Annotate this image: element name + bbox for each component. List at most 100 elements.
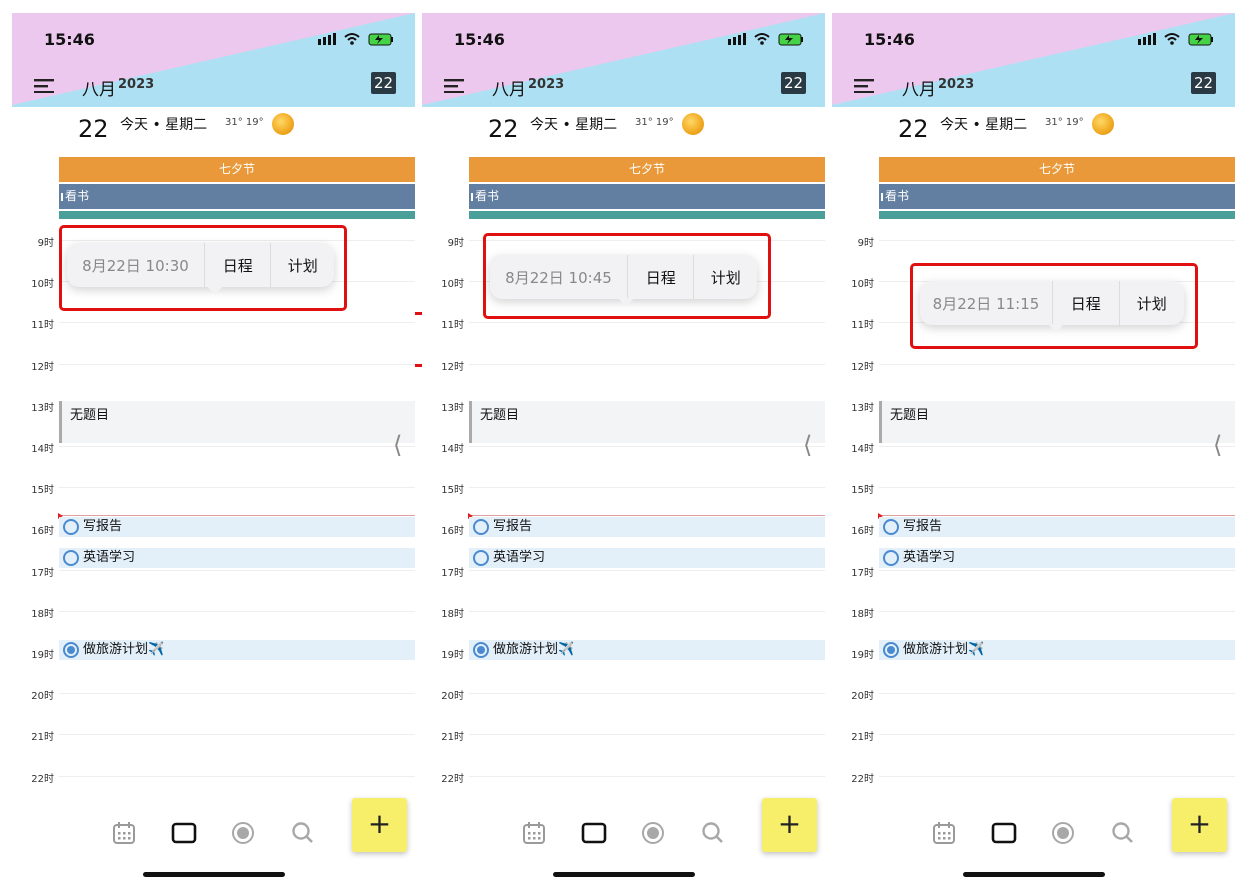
task-checkbox-icon[interactable] xyxy=(63,550,79,566)
wifi-icon xyxy=(754,33,770,45)
calendar-icon[interactable] xyxy=(112,821,136,849)
task-label: 写报告 xyxy=(903,519,943,534)
home-indicator xyxy=(143,872,285,877)
task-item[interactable]: 写报告 xyxy=(879,517,1235,537)
home-indicator xyxy=(963,872,1105,877)
search-icon[interactable] xyxy=(291,821,315,849)
hour-label: 11时 xyxy=(31,320,54,332)
task-item[interactable]: 做旅游计划✈️ xyxy=(879,640,1235,660)
schedule-button[interactable]: 日程 xyxy=(626,255,694,299)
allday-bar-partial[interactable] xyxy=(59,211,415,219)
today-label: 今天 • 星期二 xyxy=(120,117,208,133)
signal-icon xyxy=(728,33,746,45)
record-icon[interactable] xyxy=(641,821,665,849)
allday-bar-partial[interactable] xyxy=(469,211,825,219)
phone-screen: 15:46 八月 2023 22 22 今天 • 星期二 31° 19° 七夕节 看书 9时 10时… xyxy=(832,13,1235,883)
temperature: 31° 19° xyxy=(1045,117,1084,128)
allday-bar-partial[interactable] xyxy=(879,211,1235,219)
task-label: 写报告 xyxy=(493,519,533,534)
task-item[interactable]: 英语学习 xyxy=(469,548,825,568)
hour-label: 15时 xyxy=(851,485,874,497)
plan-button[interactable]: 计划 xyxy=(1118,281,1185,325)
hour-label: 20时 xyxy=(441,691,464,703)
hour-gridline xyxy=(469,322,825,324)
task-item[interactable]: 写报告 xyxy=(59,517,415,537)
hour-label: 21时 xyxy=(851,732,874,744)
task-item[interactable]: 英语学习 xyxy=(879,548,1235,568)
calendar-icon[interactable] xyxy=(932,821,956,849)
month-title[interactable]: 八月 xyxy=(902,75,936,100)
status-time: 15:46 xyxy=(454,30,505,49)
allday-book[interactable]: 看书 xyxy=(469,184,825,209)
square-icon[interactable] xyxy=(581,821,607,849)
hour-label: 18时 xyxy=(851,608,874,620)
collapse-chevron-icon[interactable]: ⟨ xyxy=(1213,431,1222,459)
hour-gridline xyxy=(469,487,825,489)
task-label: 做旅游计划✈️ xyxy=(83,642,165,657)
allday-book[interactable]: 看书 xyxy=(879,184,1235,209)
task-label: 英语学习 xyxy=(493,550,546,565)
task-checkbox-icon[interactable] xyxy=(473,642,489,658)
add-button[interactable]: + xyxy=(762,798,817,852)
home-indicator xyxy=(553,872,695,877)
task-checkbox-icon[interactable] xyxy=(883,519,899,535)
hour-gridline xyxy=(879,569,1235,571)
allday-festival[interactable]: 七夕节 xyxy=(469,157,825,182)
event-untitled[interactable]: 无题目 xyxy=(59,401,415,443)
hour-label: 10时 xyxy=(31,279,54,291)
record-icon[interactable] xyxy=(1051,821,1075,849)
search-icon[interactable] xyxy=(701,821,725,849)
today-badge[interactable]: 22 xyxy=(1191,72,1216,94)
menu-icon[interactable] xyxy=(854,77,876,94)
today-badge[interactable]: 22 xyxy=(371,72,396,94)
task-checkbox-icon[interactable] xyxy=(63,642,79,658)
square-icon[interactable] xyxy=(991,821,1017,849)
current-time-line xyxy=(59,515,415,516)
hour-gridline xyxy=(879,734,1235,736)
hour-label: 9时 xyxy=(37,238,54,249)
menu-icon[interactable] xyxy=(444,77,466,94)
collapse-chevron-icon[interactable]: ⟨ xyxy=(803,431,812,459)
hour-label: 17时 xyxy=(441,567,464,579)
date-number: 22 xyxy=(488,115,519,143)
calendar-icon[interactable] xyxy=(522,821,546,849)
sun-icon xyxy=(1092,113,1114,135)
task-checkbox-icon[interactable] xyxy=(473,550,489,566)
hour-label: 18时 xyxy=(441,608,464,620)
hour-gridline xyxy=(59,775,415,777)
task-checkbox-icon[interactable] xyxy=(883,550,899,566)
search-icon[interactable] xyxy=(1111,821,1135,849)
book-marker xyxy=(471,192,473,201)
allday-book-label: 看书 xyxy=(475,189,500,203)
schedule-button[interactable]: 日程 xyxy=(203,243,271,287)
schedule-button[interactable]: 日程 xyxy=(1052,281,1119,325)
task-item[interactable]: 英语学习 xyxy=(59,548,415,568)
add-button[interactable]: + xyxy=(352,798,407,852)
today-badge[interactable]: 22 xyxy=(781,72,806,94)
allday-book[interactable]: 看书 xyxy=(59,184,415,209)
square-icon[interactable] xyxy=(171,821,197,849)
task-item[interactable]: 做旅游计划✈️ xyxy=(59,640,415,660)
task-checkbox-icon[interactable] xyxy=(473,519,489,535)
task-checkbox-icon[interactable] xyxy=(63,519,79,535)
hour-label: 14时 xyxy=(851,444,874,455)
collapse-chevron-icon[interactable]: ⟨ xyxy=(393,431,402,459)
event-untitled[interactable]: 无题目 xyxy=(879,401,1235,443)
allday-festival[interactable]: 七夕节 xyxy=(879,157,1235,182)
month-title[interactable]: 八月 xyxy=(82,75,116,100)
phone-screen: 15:46 八月 2023 22 22 今天 • 星期二 31° 19° 七夕节 看书 9时 10时… xyxy=(422,13,825,883)
task-item[interactable]: 写报告 xyxy=(469,517,825,537)
task-item[interactable]: 做旅游计划✈️ xyxy=(469,640,825,660)
plan-button[interactable]: 计划 xyxy=(693,255,757,299)
record-icon[interactable] xyxy=(231,821,255,849)
add-button[interactable]: + xyxy=(1172,798,1227,852)
allday-festival[interactable]: 七夕节 xyxy=(59,157,415,182)
hour-label: 17时 xyxy=(851,567,874,579)
plan-button[interactable]: 计划 xyxy=(270,243,334,287)
event-untitled[interactable]: 无题目 xyxy=(469,401,825,443)
month-title[interactable]: 八月 xyxy=(492,75,526,100)
task-checkbox-icon[interactable] xyxy=(883,642,899,658)
wifi-icon xyxy=(1164,33,1180,45)
menu-icon[interactable] xyxy=(34,77,56,94)
task-label: 英语学习 xyxy=(903,550,956,565)
